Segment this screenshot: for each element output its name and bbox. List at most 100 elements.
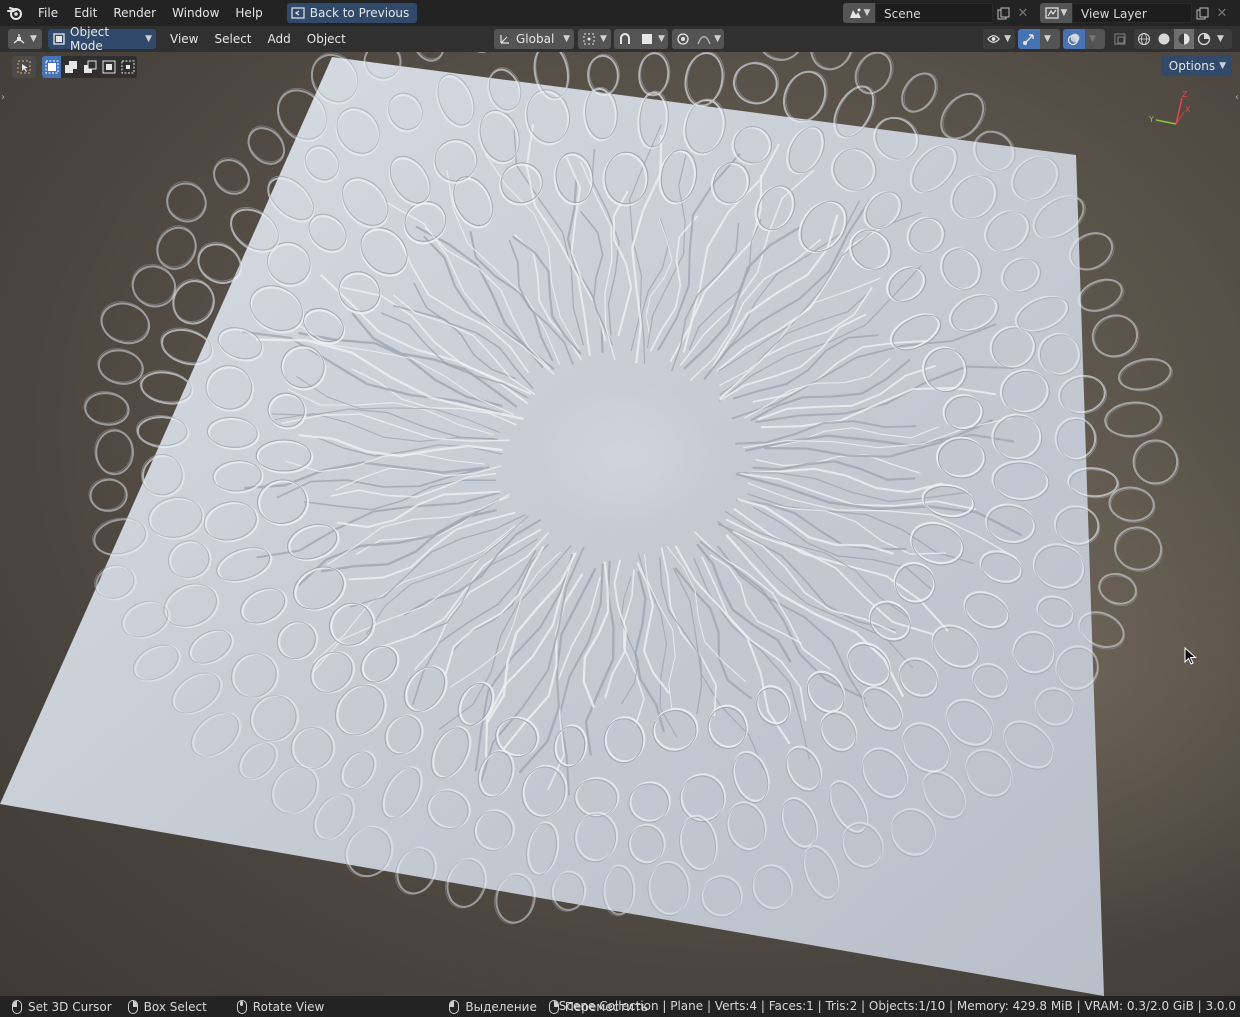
mode-dropdown[interactable]: Object Mode ▼ <box>48 25 156 53</box>
overlays-toggle[interactable] <box>1063 29 1085 49</box>
mouse-left-icon <box>449 999 460 1014</box>
menu-window[interactable]: Window <box>164 0 227 26</box>
close-view-layer-icon[interactable]: ✕ <box>1212 3 1232 23</box>
options-label: Options <box>1168 58 1216 73</box>
close-scene-icon[interactable]: ✕ <box>1013 3 1033 23</box>
menu-render[interactable]: Render <box>105 0 164 26</box>
status-rotate-view: Rotate View <box>236 996 325 1017</box>
xray-toggle[interactable] <box>1110 29 1130 49</box>
status-selection-label: Выделение <box>465 999 537 1014</box>
gizmo-y-label: Y <box>1148 115 1154 124</box>
mouse-right-icon <box>548 999 559 1014</box>
orientation-label: Global <box>516 32 555 46</box>
rendered-sphere-icon <box>1197 32 1211 46</box>
falloff-curve-icon <box>696 35 711 45</box>
menu-edit[interactable]: Edit <box>66 0 105 26</box>
global-axes-icon <box>500 35 509 44</box>
chevron-down-icon: ▼ <box>1004 34 1011 44</box>
selection-mode-group <box>42 56 137 78</box>
intersect-selection-icon <box>121 60 134 74</box>
proportional-circle-icon <box>676 33 689 45</box>
header-menu-object[interactable]: Object <box>299 26 354 52</box>
status-bar: Set 3D Cursor Box Select Rotate View Выд… <box>0 996 1240 1017</box>
viewport-header: ▼ Object Mode ▼ View Select Add Object G… <box>0 25 1240 53</box>
selection-mode-extend[interactable] <box>61 56 80 78</box>
chevron-down-icon: ▼ <box>863 8 871 18</box>
scene-selector: ▼ Scene ✕ <box>843 3 1033 23</box>
status-set-3d-cursor-label: Set 3D Cursor <box>28 999 112 1014</box>
status-box-select: Box Select <box>127 996 207 1017</box>
sidebar-expand-arrow-icon[interactable]: ‹ <box>1235 92 1239 103</box>
duplicate-scene-icon[interactable] <box>993 3 1013 23</box>
back-to-previous-button[interactable]: Back to Previous <box>286 3 418 23</box>
navigation-gizmo[interactable]: Z X Y <box>1146 90 1196 132</box>
scene-icon <box>849 8 861 18</box>
header-menu-add[interactable]: Add <box>260 26 299 52</box>
scene-browse-button[interactable]: ▼ <box>843 3 875 23</box>
3d-viewport[interactable]: Options ▼ › ‹ Z X Y <box>0 52 1240 996</box>
header-menu-select[interactable]: Select <box>206 26 259 52</box>
status-set-3d-cursor: Set 3D Cursor <box>12 996 112 1017</box>
transform-orientation-dropdown[interactable]: Global ▼ <box>494 29 574 49</box>
selection-mode-new[interactable] <box>42 56 61 78</box>
visibility-dropdown[interactable]: ▼ <box>983 29 1015 49</box>
view-layer-browse-button[interactable]: ▼ <box>1040 3 1072 23</box>
chevron-down-icon: ▼ <box>145 34 152 44</box>
snapping-group: ▼ <box>614 29 668 49</box>
overlays-icon <box>1067 33 1080 46</box>
material-sphere-icon <box>1178 33 1190 45</box>
scene-statistics: Scene Collection | Plane | Verts:4 | Fac… <box>558 999 1236 1013</box>
magnet-icon <box>620 33 630 44</box>
wireframe-shading-button[interactable] <box>1134 29 1154 49</box>
duplicate-view-layer-icon[interactable] <box>1192 3 1212 23</box>
back-screen-icon <box>291 7 305 19</box>
solid-sphere-icon <box>1158 33 1170 45</box>
viewport-scene[interactable] <box>0 52 1240 996</box>
object-mode-icon <box>53 33 65 45</box>
chevron-down-icon: ▼ <box>563 34 570 44</box>
solid-shading-button[interactable] <box>1154 29 1174 49</box>
select-tool-button[interactable] <box>12 56 36 78</box>
toolbar-expand-arrow-icon[interactable]: › <box>1 92 5 103</box>
options-dropdown[interactable]: Options ▼ <box>1160 55 1232 76</box>
snap-toggle[interactable] <box>614 29 636 49</box>
selection-mode-intersect[interactable] <box>118 56 137 78</box>
status-rotate-view-label: Rotate View <box>252 999 325 1014</box>
new-selection-icon <box>45 60 58 74</box>
gizmo-y-axis <box>1155 119 1177 125</box>
gizmo-x-label: X <box>1185 105 1191 114</box>
material-preview-shading-button[interactable] <box>1174 29 1194 49</box>
status-selection: Выделение <box>449 996 537 1017</box>
chevron-down-icon: ▼ <box>658 34 665 44</box>
editor-type-dropdown[interactable]: ▼ <box>8 29 42 49</box>
blender-logo-icon[interactable] <box>0 0 30 26</box>
status-box-select-label: Box Select <box>143 999 207 1014</box>
view-layer-icon <box>1044 7 1059 19</box>
menu-help[interactable]: Help <box>227 0 270 26</box>
chevron-down-icon: ▼ <box>714 34 721 44</box>
mouse-cursor-icon <box>1184 647 1197 665</box>
overlays-group: ▼ <box>1063 29 1105 49</box>
proportional-editing-toggle[interactable] <box>672 29 693 49</box>
gizmo-toggle[interactable] <box>1018 29 1040 49</box>
chevron-down-icon: ▼ <box>1089 34 1096 44</box>
extend-selection-icon <box>64 61 77 73</box>
chevron-down-icon: ▼ <box>1217 34 1224 44</box>
subtract-selection-icon <box>83 60 96 73</box>
snap-target-dropdown[interactable] <box>636 29 658 49</box>
view-layer-name-field[interactable]: View Layer <box>1072 3 1192 23</box>
eye-icon <box>987 35 1000 43</box>
proportional-editing-group: ▼ <box>672 29 724 49</box>
rendered-shading-button[interactable] <box>1194 29 1214 49</box>
selection-mode-subtract[interactable] <box>80 56 99 78</box>
selection-mode-invert[interactable] <box>99 56 118 78</box>
pivot-point-dropdown[interactable]: ▼ <box>578 29 611 49</box>
header-menu-view[interactable]: View <box>162 26 206 52</box>
falloff-dropdown[interactable] <box>693 29 714 49</box>
mode-label: Object Mode <box>70 25 110 53</box>
chevron-down-icon: ▼ <box>600 34 607 44</box>
gizmo-icon <box>1023 34 1034 45</box>
chevron-down-icon: ▼ <box>1044 34 1051 44</box>
menu-file[interactable]: File <box>30 0 66 26</box>
scene-name-field[interactable]: Scene <box>875 3 993 23</box>
